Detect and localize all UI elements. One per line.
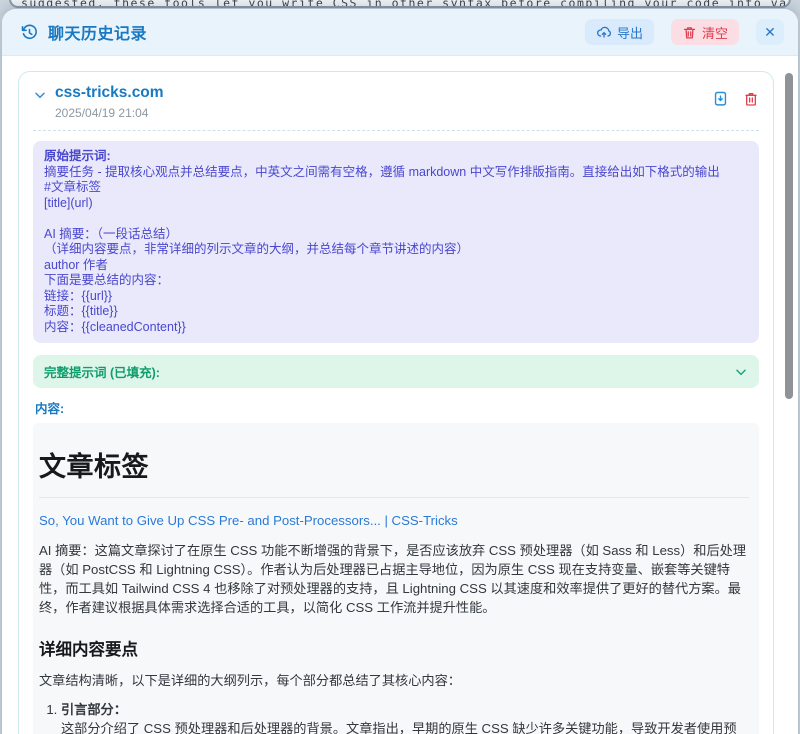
close-icon: ✕ xyxy=(764,24,776,41)
clear-button-label: 清空 xyxy=(702,23,728,42)
full-prompt-label: 完整提示词 (已填充): xyxy=(44,362,734,381)
trash-icon xyxy=(682,25,697,40)
original-prompt-label: 原始提示词: xyxy=(44,149,748,165)
clear-button[interactable]: 清空 xyxy=(671,19,739,45)
scrollbar[interactable] xyxy=(785,73,793,399)
list-item: 引言部分： 这部分介绍了 CSS 预处理器和后处理器的背景。文章指出，早期的原生… xyxy=(61,700,749,734)
content-label: 内容: xyxy=(35,398,759,417)
record-timestamp: 2025/04/19 21:04 xyxy=(55,106,704,120)
cloud-upload-icon xyxy=(596,24,612,40)
record-header: css-tricks.com 2025/04/19 21:04 xyxy=(33,84,759,120)
outline-list: 引言部分： 这部分介绍了 CSS 预处理器和后处理器的背景。文章指出，早期的原生… xyxy=(39,700,749,734)
history-record-card: css-tricks.com 2025/04/19 21:04 xyxy=(18,71,774,734)
record-site-title[interactable]: css-tricks.com xyxy=(55,84,704,102)
modal-header: 聊天历史记录 导出 清空 ✕ xyxy=(2,9,798,56)
ai-response-content: 文章标签 So, You Want to Give Up CSS Pre- an… xyxy=(33,423,759,734)
article-title-heading: 文章标签 xyxy=(39,445,749,498)
modal-body: css-tricks.com 2025/04/19 21:04 xyxy=(2,56,798,734)
export-button[interactable]: 导出 xyxy=(585,19,654,45)
background-clipped-text: suggested, these tools let you write CSS… xyxy=(21,0,791,8)
article-link[interactable]: So, You Want to Give Up CSS Pre- and Pos… xyxy=(39,513,458,528)
modal-title: 聊天历史记录 xyxy=(48,20,147,44)
list-item-body: 这部分介绍了 CSS 预处理器和后处理器的背景。文章指出，早期的原生 CSS 缺… xyxy=(61,719,749,734)
ai-summary-paragraph: AI 摘要：这篇文章探讨了在原生 CSS 功能不断增强的背景下，是否应该放弃 C… xyxy=(39,541,749,617)
close-button[interactable]: ✕ xyxy=(756,19,784,45)
background-textarea: suggested, these tools let you write CSS… xyxy=(9,0,791,8)
collapse-record-chevron-icon[interactable] xyxy=(33,88,47,102)
list-item-title: 引言部分： xyxy=(61,702,127,717)
divider xyxy=(33,130,759,131)
original-prompt-box: 原始提示词: 摘要任务 - 提取核心观点并总结要点，中英文之间需有空格，遵循 m… xyxy=(33,141,759,343)
chevron-down-icon[interactable] xyxy=(734,365,748,379)
full-prompt-toggle[interactable]: 完整提示词 (已填充): xyxy=(33,355,759,388)
details-intro: 文章结构清晰，以下是详细的大纲列示，每个部分都总结了其核心内容： xyxy=(39,671,749,690)
original-prompt-text: 摘要任务 - 提取核心观点并总结要点，中英文之间需有空格，遵循 markdown… xyxy=(44,165,748,336)
chat-history-modal: 聊天历史记录 导出 清空 ✕ xyxy=(2,9,798,734)
history-icon xyxy=(20,23,39,42)
record-delete-icon[interactable] xyxy=(743,91,759,107)
record-export-icon[interactable] xyxy=(712,90,729,107)
export-button-label: 导出 xyxy=(617,23,643,42)
details-heading: 详细内容要点 xyxy=(39,636,749,660)
